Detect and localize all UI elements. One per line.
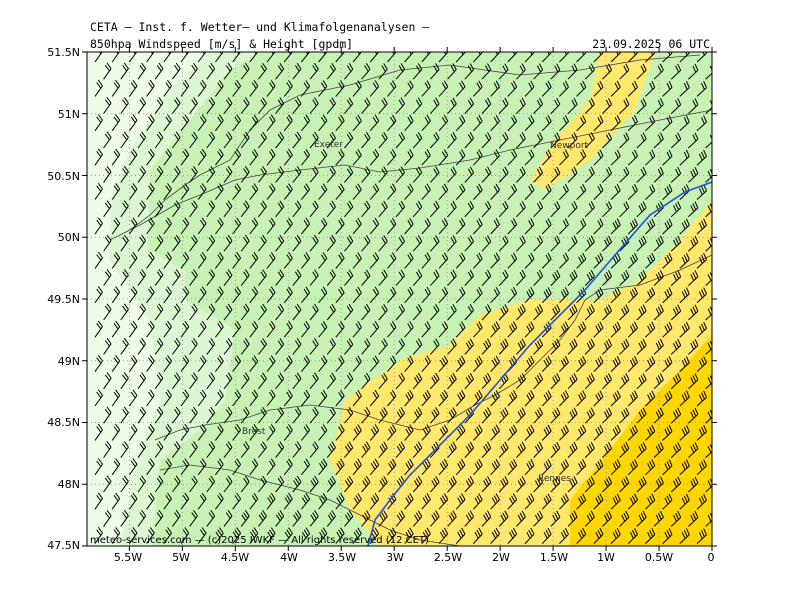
x-tick-label: 1W <box>597 551 615 564</box>
city-label-exeter: Exeter <box>314 140 344 150</box>
x-tick-label: 5.5W <box>113 551 143 564</box>
wind-barb <box>714 494 724 509</box>
y-tick-label: 47.5N <box>47 539 80 552</box>
x-tick-label: 2W <box>492 551 510 564</box>
weather-map <box>82 47 724 551</box>
y-tick-label: 48N <box>57 478 80 491</box>
x-tick-label: 2.5W <box>433 551 463 564</box>
wind-barb <box>714 460 724 475</box>
wind-barb <box>714 150 724 165</box>
x-tick-label: 1.5W <box>539 551 569 564</box>
wind-barb <box>714 288 724 303</box>
wind-barb <box>714 116 724 131</box>
city-label-newport: Newport <box>550 141 589 151</box>
y-tick-label: 48.5N <box>47 416 80 429</box>
footer-credit: meteo-services.com — (c)2025 IWKF — All … <box>90 535 429 546</box>
wind-barb <box>714 528 724 543</box>
x-tick-label: 4.5W <box>220 551 250 564</box>
wind-barb <box>714 322 724 337</box>
x-tick-label: 3.5W <box>327 551 357 564</box>
wind-barb <box>714 47 724 62</box>
y-tick-label: 49N <box>57 355 80 368</box>
plot-area <box>87 47 724 546</box>
y-tick-label: 51N <box>57 108 80 121</box>
wind-barb <box>714 391 724 406</box>
city-label-rennes: Rennes <box>538 474 572 484</box>
y-tick-label: 51.5N <box>47 46 80 59</box>
x-tick-label: 0 <box>707 551 715 564</box>
wind-barb <box>714 219 724 234</box>
wind-barb <box>714 356 724 371</box>
wind-barb <box>714 425 724 440</box>
x-tick-label: 4W <box>280 551 298 564</box>
y-tick-label: 50N <box>57 231 80 244</box>
y-tick-label: 49.5N <box>47 293 80 306</box>
x-tick-label: 5W <box>172 551 190 564</box>
wind-barb <box>714 184 724 199</box>
city-label-brest: Brest <box>242 427 266 437</box>
y-tick-label: 50.5N <box>47 170 80 183</box>
x-tick-label: 0.5W <box>644 551 674 564</box>
x-tick-label: 3W <box>386 551 404 564</box>
wind-barb <box>714 253 724 268</box>
wind-barb <box>714 81 724 96</box>
